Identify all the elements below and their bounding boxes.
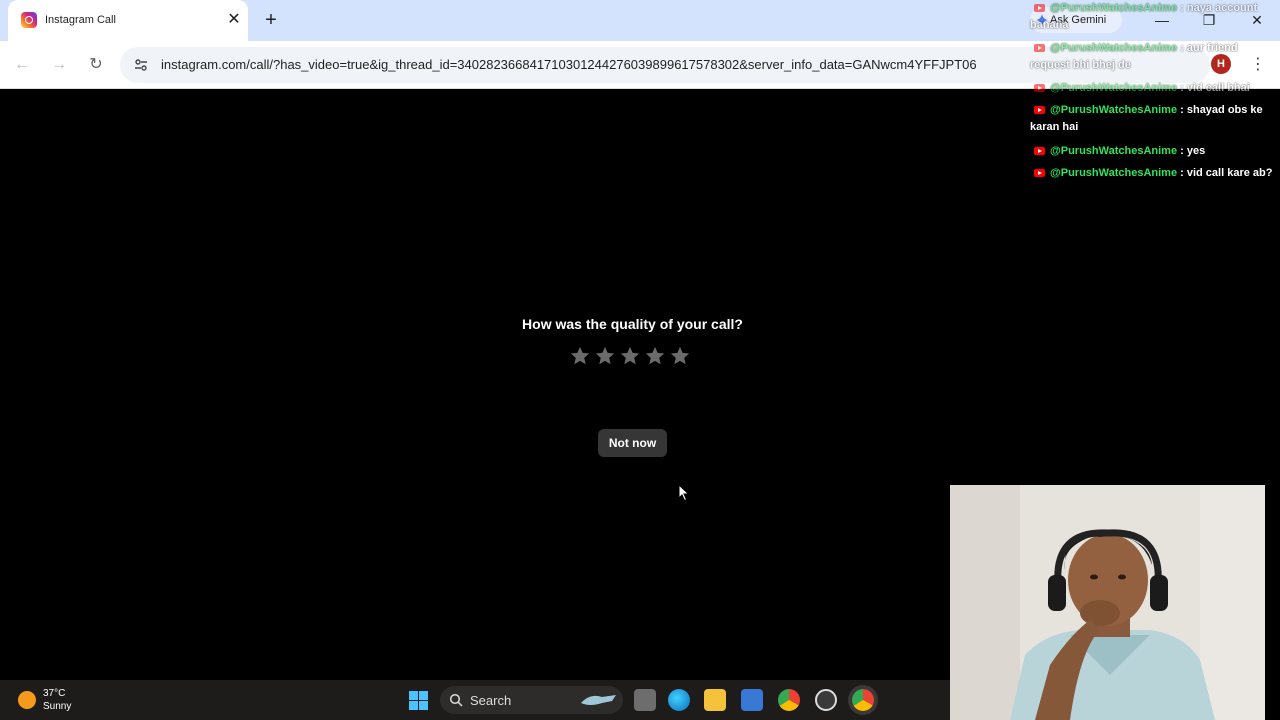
windows-start-icon[interactable] [409,691,428,710]
not-now-button[interactable]: Not now [598,429,667,457]
youtube-icon [1034,106,1045,115]
chat-username: @PurushWatchesAnime [1050,82,1178,94]
star-4-icon[interactable] [644,345,666,367]
chat-username: @PurushWatchesAnime [1050,2,1178,14]
chat-message: @PurushWatchesAnime : shayad obs ke kara… [1030,102,1275,136]
forward-icon[interactable]: → [47,53,71,77]
edge-icon[interactable] [668,689,690,711]
star-5-icon[interactable] [669,345,691,367]
chat-username: @PurushWatchesAnime [1050,104,1178,116]
chat-text: : vid call kare ab? [1177,167,1273,179]
windows-taskbar: 37°C Sunny Search [0,680,950,720]
chat-message: @PurushWatchesAnime : aur friend request… [1030,40,1275,74]
chat-text: : yes [1177,145,1206,157]
file-explorer-icon[interactable] [704,689,726,711]
call-quality-question: How was the quality of your call? [522,316,743,332]
chat-message: @PurushWatchesAnime : vid call bhai [1030,80,1275,97]
reload-icon[interactable]: ↻ [84,53,108,77]
search-icon [449,693,463,707]
youtube-icon [1034,169,1045,178]
browser-tab-instagram-call[interactable]: Instagram Call ✕ [8,0,248,41]
search-label: Search [470,693,512,708]
youtube-icon [1034,84,1045,93]
search-highlight-icon [581,695,616,705]
new-tab-button[interactable]: + [260,9,282,31]
microsoft-store-icon[interactable] [741,689,763,711]
chat-message: @PurushWatchesAnime : vid call kare ab? [1030,165,1275,182]
youtube-icon [1034,4,1045,13]
taskbar-search[interactable]: Search [440,686,623,714]
mouse-cursor-icon [678,484,690,502]
star-1-icon[interactable] [569,345,591,367]
webcam-overlay [950,485,1265,720]
chrome-profile-icon[interactable] [852,689,874,711]
chrome-icon[interactable] [778,689,800,711]
back-icon[interactable]: ← [10,53,34,77]
tab-title: Instagram Call [45,14,116,26]
task-view-icon[interactable] [634,689,656,711]
star-rating[interactable] [569,345,699,369]
streamer-webcam-image [950,485,1265,720]
weather-temperature: 37°C [43,688,66,699]
chat-text: : vid call bhai [1177,82,1250,94]
url-text: instagram.com/call/?has_video=true&ig_th… [161,57,977,72]
obs-icon[interactable] [815,689,837,711]
chat-username: @PurushWatchesAnime [1050,167,1178,179]
star-2-icon[interactable] [594,345,616,367]
youtube-icon [1034,44,1045,53]
screen: Instagram Call ✕ + Ask Gemini — ❐ ✕ ← → … [0,0,1280,720]
sun-icon [18,691,36,709]
chat-username: @PurushWatchesAnime [1050,42,1178,54]
chat-message: @PurushWatchesAnime : naya account banan… [1030,0,1275,34]
tab-close-icon[interactable]: ✕ [225,11,243,29]
youtube-icon [1034,147,1045,156]
instagram-icon [21,12,37,28]
star-3-icon[interactable] [619,345,641,367]
chat-username: @PurushWatchesAnime [1050,145,1178,157]
chat-message: @PurushWatchesAnime : yes [1030,143,1275,160]
site-info-icon[interactable] [133,57,149,73]
weather-condition: Sunny [43,701,72,712]
